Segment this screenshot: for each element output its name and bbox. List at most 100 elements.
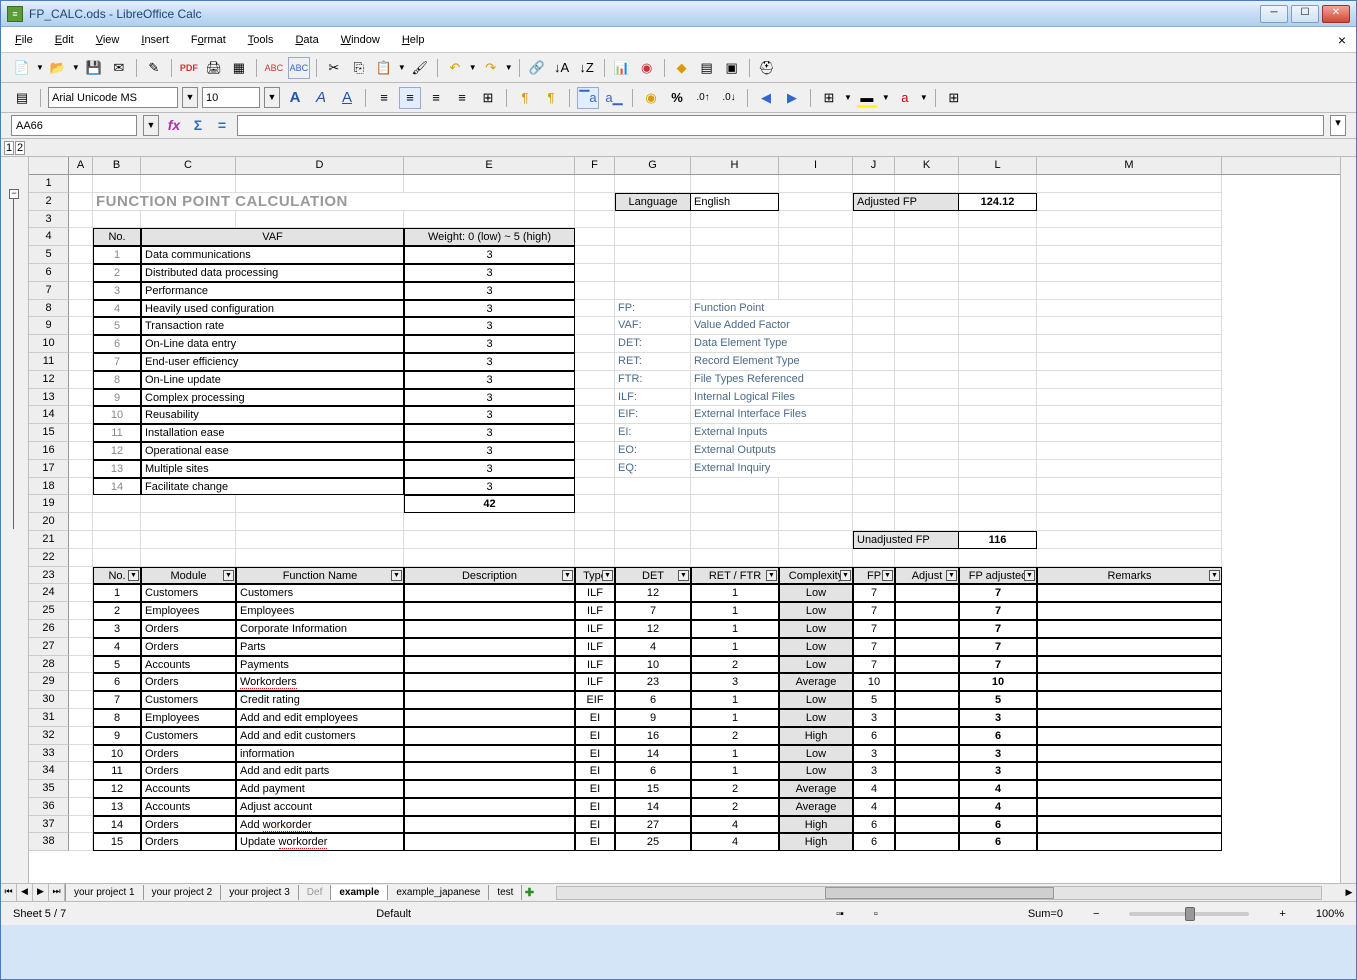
ft-cell[interactable]: EI — [575, 816, 615, 834]
decimal-add-icon[interactable]: .0↑ — [692, 87, 714, 109]
cell[interactable] — [69, 780, 93, 798]
navigator-icon[interactable]: ◉ — [636, 57, 658, 79]
zoom-icon[interactable]: ▣ — [721, 57, 743, 79]
ft-cell[interactable]: 3 — [853, 762, 895, 780]
cell[interactable] — [853, 513, 895, 531]
vaf-name[interactable]: Operational ease — [141, 442, 404, 460]
font-dropdown-icon[interactable]: ▼ — [182, 87, 198, 108]
cell[interactable] — [69, 638, 93, 656]
cell[interactable] — [615, 513, 691, 531]
cell[interactable] — [1037, 460, 1222, 478]
filter-icon[interactable]: ▼ — [766, 570, 777, 581]
ft-cell[interactable]: Add and edit parts — [236, 762, 404, 780]
sum-icon[interactable]: Σ — [189, 117, 207, 135]
cell[interactable] — [895, 353, 959, 371]
ft-cell[interactable]: 6 — [853, 727, 895, 745]
ft-cell[interactable]: Average — [779, 673, 853, 691]
col-header-G[interactable]: G — [615, 157, 691, 174]
ft-cell[interactable]: 23 — [615, 673, 691, 691]
ft-cell[interactable]: Low — [779, 638, 853, 656]
cell[interactable] — [69, 709, 93, 727]
cell[interactable] — [69, 211, 93, 229]
dropdown-icon[interactable]: ▼ — [72, 63, 80, 72]
ft-cell[interactable] — [404, 745, 575, 763]
sheet-tab-Def[interactable]: Def — [299, 885, 332, 900]
cell[interactable] — [959, 300, 1037, 318]
cell[interactable] — [959, 228, 1037, 246]
cell[interactable] — [1037, 211, 1222, 229]
ft-cell[interactable]: 1 — [691, 638, 779, 656]
ft-header[interactable]: DET▼ — [615, 567, 691, 585]
cell[interactable] — [69, 673, 93, 691]
cell[interactable] — [404, 549, 575, 567]
cell[interactable] — [779, 495, 853, 513]
row-header-36[interactable]: 36 — [29, 798, 69, 816]
tab-next-icon[interactable]: ▶ — [33, 884, 49, 901]
ft-cell[interactable] — [404, 816, 575, 834]
cell[interactable] — [959, 211, 1037, 229]
ft-cell[interactable] — [404, 602, 575, 620]
ft-cell[interactable]: 7 — [853, 656, 895, 674]
cell[interactable] — [779, 246, 853, 264]
cell[interactable] — [691, 513, 779, 531]
col-header-E[interactable]: E — [404, 157, 575, 174]
pdf-icon[interactable]: PDF — [178, 57, 200, 79]
ft-cell[interactable]: Low — [779, 656, 853, 674]
format-paintbrush-icon[interactable]: 🖌 — [409, 57, 431, 79]
cell[interactable] — [69, 478, 93, 496]
ft-cell[interactable] — [1037, 584, 1222, 602]
col-header-K[interactable]: K — [895, 157, 959, 174]
cell[interactable] — [853, 549, 895, 567]
cell[interactable] — [895, 460, 959, 478]
ft-cell[interactable]: 11 — [93, 762, 141, 780]
vaf-weight[interactable]: 3 — [404, 442, 575, 460]
vaf-weight[interactable]: 3 — [404, 478, 575, 496]
cell[interactable] — [575, 460, 615, 478]
bold-icon[interactable]: A — [284, 87, 306, 109]
cell[interactable] — [853, 353, 895, 371]
cell[interactable] — [691, 478, 779, 496]
ft-cell[interactable] — [1037, 727, 1222, 745]
sort-desc-icon[interactable]: ↓Z — [576, 57, 598, 79]
vaf-weight[interactable]: 3 — [404, 246, 575, 264]
cell[interactable] — [236, 211, 404, 229]
row-header-21[interactable]: 21 — [29, 531, 69, 549]
ft-cell[interactable] — [404, 620, 575, 638]
ft-cell[interactable]: 4 — [959, 798, 1037, 816]
cell[interactable] — [691, 282, 779, 300]
row-header-31[interactable]: 31 — [29, 709, 69, 727]
cell[interactable] — [853, 246, 895, 264]
ft-header[interactable]: Complexity▼ — [779, 567, 853, 585]
ft-cell[interactable]: Customers — [236, 584, 404, 602]
ft-cell[interactable] — [895, 727, 959, 745]
ft-cell[interactable]: 3 — [853, 745, 895, 763]
cell[interactable] — [895, 389, 959, 407]
outline-collapse-icon[interactable]: − — [9, 189, 19, 199]
cell[interactable] — [93, 531, 141, 549]
cell[interactable] — [779, 531, 853, 549]
cell[interactable] — [575, 353, 615, 371]
row-header-3[interactable]: 3 — [29, 211, 69, 229]
maximize-button[interactable]: ☐ — [1291, 5, 1319, 23]
ft-cell[interactable]: 2 — [691, 780, 779, 798]
ft-cell[interactable]: High — [779, 727, 853, 745]
size-dropdown-icon[interactable]: ▼ — [264, 87, 280, 108]
cell[interactable] — [141, 513, 236, 531]
menu-edit[interactable]: Edit — [55, 34, 74, 46]
cell[interactable] — [69, 228, 93, 246]
copy-icon[interactable]: ⎘ — [348, 57, 370, 79]
ft-cell[interactable]: Low — [779, 691, 853, 709]
vaf-name[interactable]: On-Line data entry — [141, 335, 404, 353]
ft-header[interactable]: Description▼ — [404, 567, 575, 585]
ft-cell[interactable]: 4 — [853, 780, 895, 798]
ft-cell[interactable]: 1 — [691, 762, 779, 780]
vaf-weight[interactable]: 3 — [404, 406, 575, 424]
cell[interactable] — [575, 549, 615, 567]
cell[interactable] — [959, 371, 1037, 389]
ft-cell[interactable]: 4 — [615, 638, 691, 656]
vaf-name[interactable]: Transaction rate — [141, 317, 404, 335]
ft-cell[interactable] — [895, 780, 959, 798]
cell[interactable] — [691, 264, 779, 282]
row-header-32[interactable]: 32 — [29, 727, 69, 745]
edit-icon[interactable]: ✎ — [143, 57, 165, 79]
